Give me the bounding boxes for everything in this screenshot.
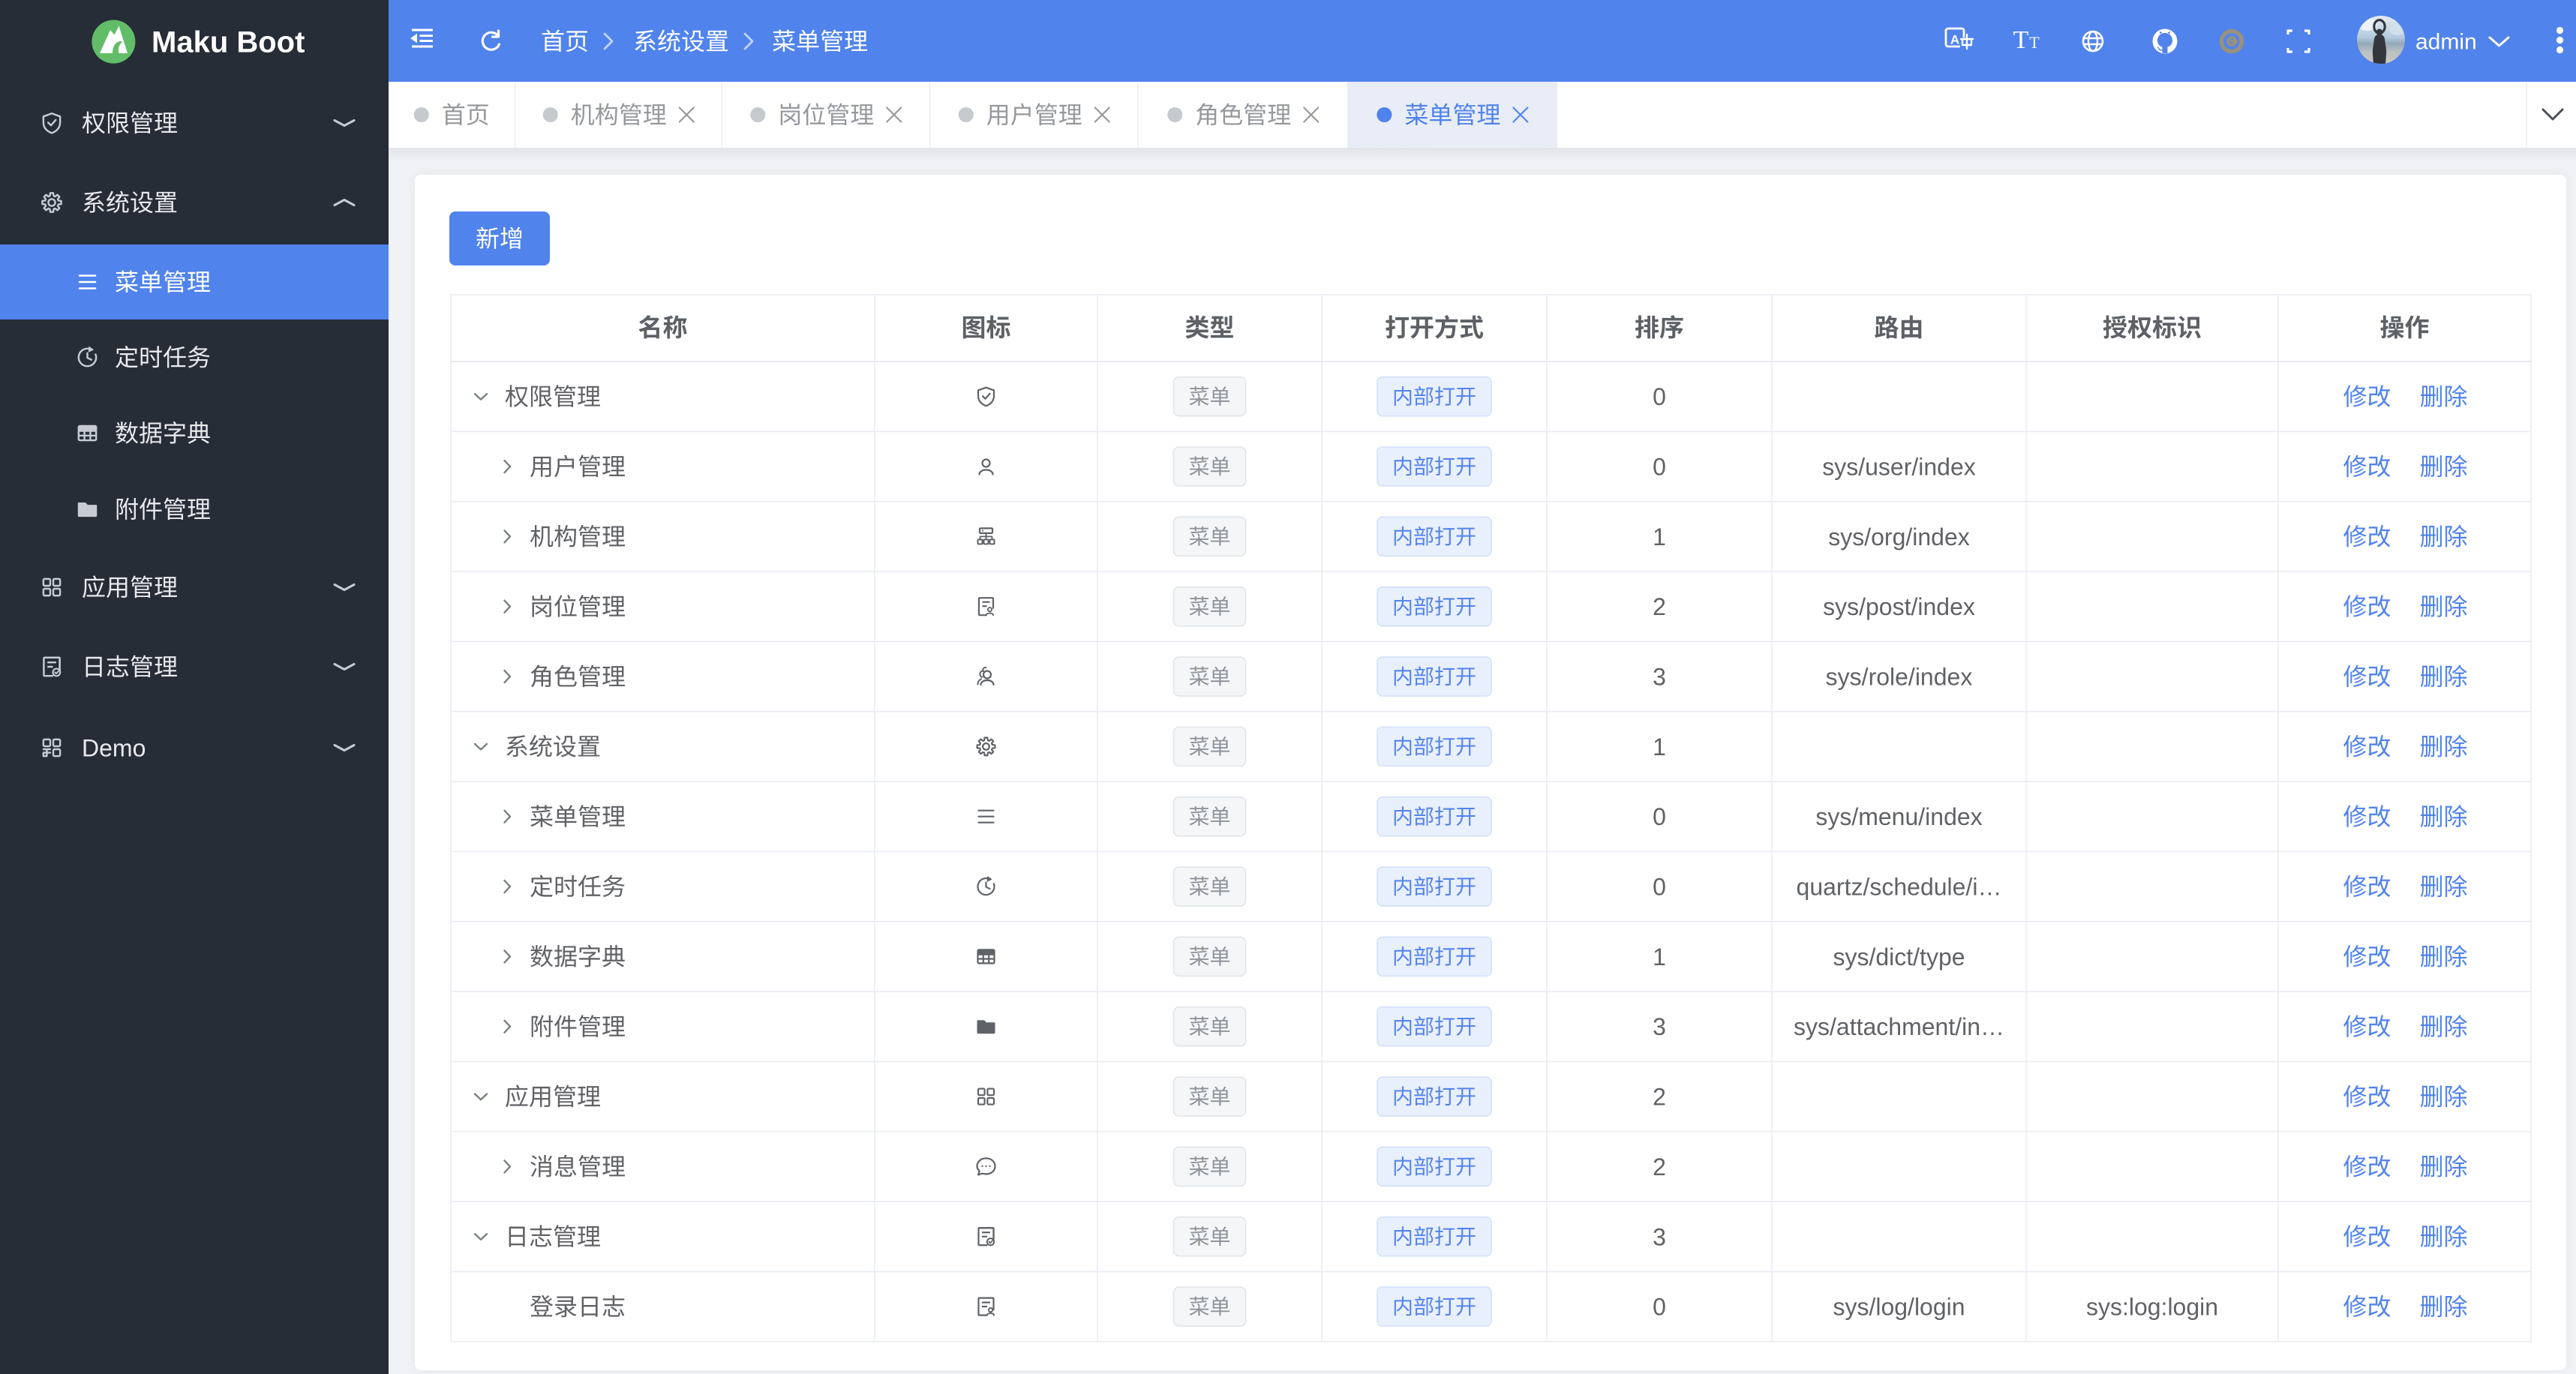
svg-text:quartz/schedule/i…: quartz/schedule/i… bbox=[1797, 874, 2002, 901]
svg-text:sys/log/login: sys/log/login bbox=[1833, 1294, 1965, 1321]
svg-text:T: T bbox=[2013, 26, 2029, 54]
svg-text:A: A bbox=[1950, 33, 1959, 47]
svg-text:0: 0 bbox=[1653, 874, 1666, 901]
svg-text:3: 3 bbox=[1653, 664, 1666, 691]
svg-text:1: 1 bbox=[1653, 524, 1666, 550]
svg-text:T: T bbox=[2029, 33, 2040, 52]
svg-text:3: 3 bbox=[1653, 1223, 1666, 1250]
svg-text:3: 3 bbox=[1653, 1013, 1666, 1040]
svg-text:Demo: Demo bbox=[82, 735, 146, 762]
svg-text:0: 0 bbox=[1653, 1294, 1666, 1321]
svg-text:sys/attachment/in…: sys/attachment/in… bbox=[1794, 1013, 2004, 1040]
svg-text:1: 1 bbox=[1653, 944, 1666, 970]
svg-text:admin: admin bbox=[2415, 30, 2477, 55]
svg-text:Maku Boot: Maku Boot bbox=[152, 26, 305, 59]
svg-text:sys/user/index: sys/user/index bbox=[1822, 454, 1976, 481]
svg-text:1: 1 bbox=[1653, 734, 1666, 760]
svg-text:0: 0 bbox=[1653, 803, 1666, 830]
svg-text:sys/role/index: sys/role/index bbox=[1826, 664, 1973, 691]
svg-text:sys/org/index: sys/org/index bbox=[1828, 524, 1970, 550]
svg-text:0: 0 bbox=[1653, 454, 1666, 481]
svg-text:sys:log:login: sys:log:login bbox=[2086, 1294, 2218, 1321]
svg-text:sys/post/index: sys/post/index bbox=[1823, 593, 1975, 620]
svg-text:2: 2 bbox=[1653, 593, 1666, 620]
svg-text:2: 2 bbox=[1653, 1084, 1666, 1111]
svg-text:0: 0 bbox=[1653, 383, 1666, 410]
svg-text:2: 2 bbox=[1653, 1154, 1666, 1180]
svg-text:sys/dict/type: sys/dict/type bbox=[1833, 944, 1965, 970]
svg-text:sys/menu/index: sys/menu/index bbox=[1815, 803, 1982, 830]
